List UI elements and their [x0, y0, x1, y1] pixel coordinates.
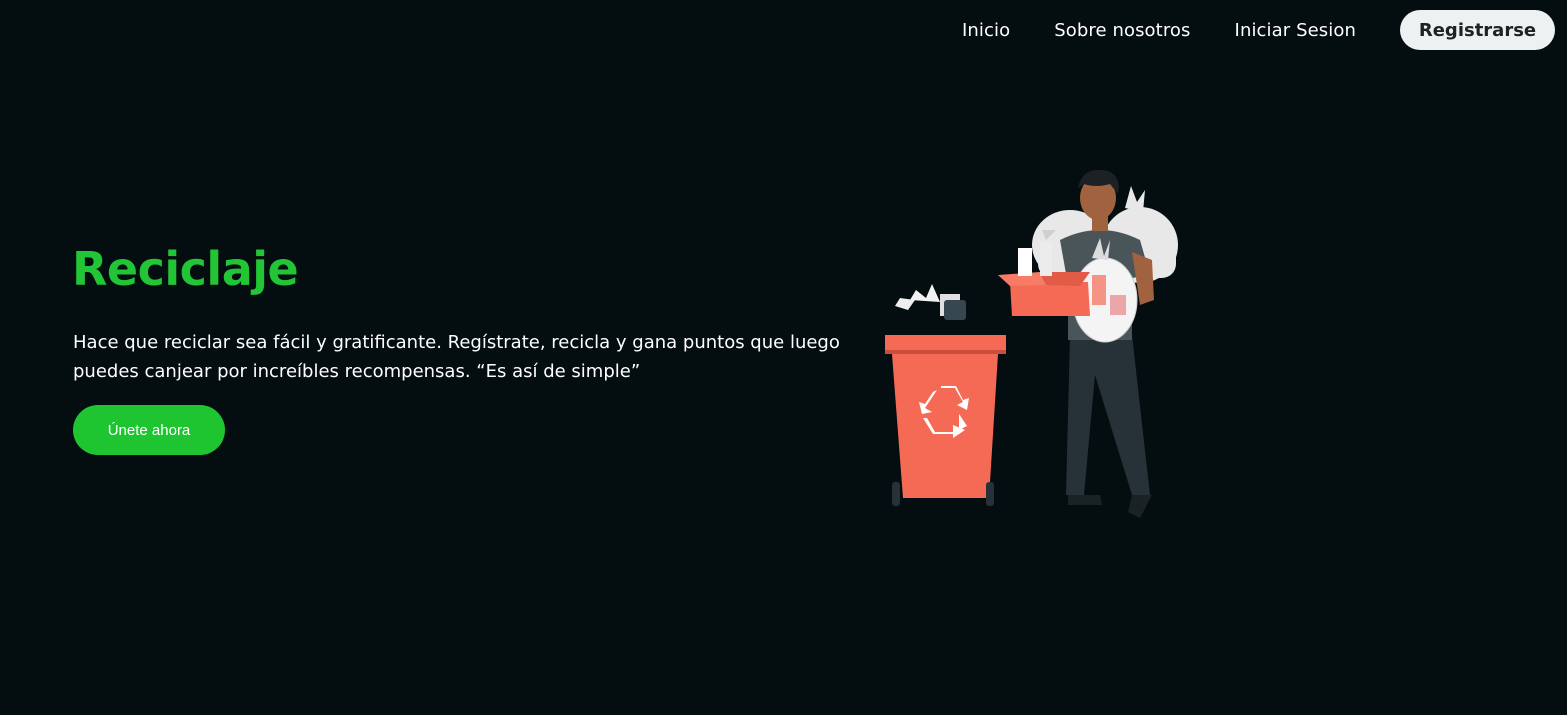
top-nav: Inicio Sobre nosotros Iniciar Sesion Reg… [962, 10, 1555, 50]
recycling-bin [885, 284, 1006, 506]
register-button[interactable]: Registrarse [1400, 10, 1555, 50]
nav-link-iniciar-sesion[interactable]: Iniciar Sesion [1235, 20, 1356, 41]
nav-link-inicio[interactable]: Inicio [962, 20, 1010, 41]
landing-page: Inicio Sobre nosotros Iniciar Sesion Reg… [0, 0, 1567, 715]
nav-link-sobre-nosotros[interactable]: Sobre nosotros [1054, 20, 1190, 41]
recycling-person-illustration [885, 169, 1178, 518]
hero-title: Reciclaje [72, 242, 299, 296]
join-now-button[interactable]: Únete ahora [73, 405, 225, 455]
hero-description: Hace que reciclar sea fácil y gratifican… [73, 332, 840, 382]
